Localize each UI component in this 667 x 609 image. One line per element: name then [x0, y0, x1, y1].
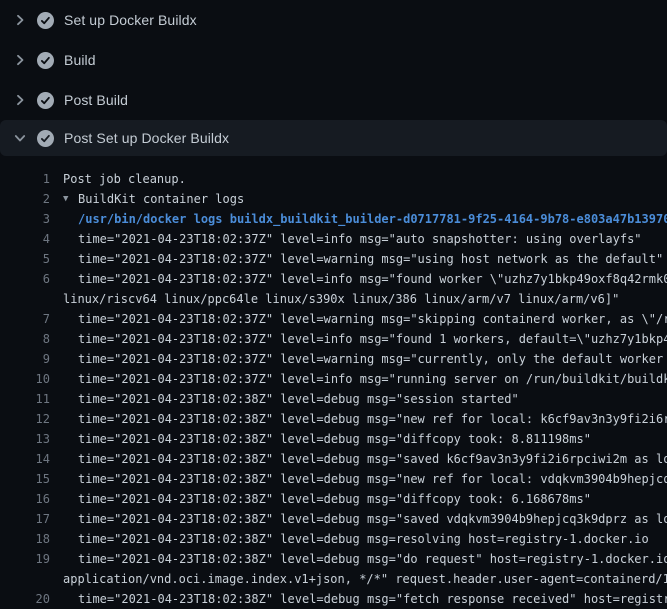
- line-number[interactable]: 11: [0, 389, 50, 409]
- log-text: time="2021-04-23T18:02:38Z" level=debug …: [78, 589, 667, 609]
- log-text: time="2021-04-23T18:02:38Z" level=debug …: [78, 489, 591, 509]
- step-section-build[interactable]: Build: [0, 40, 667, 80]
- log-line: 17 time="2021-04-23T18:02:38Z" level=deb…: [0, 509, 667, 529]
- step-label: Post Set up Docker Buildx: [64, 130, 229, 146]
- chevron-down-icon: [12, 130, 28, 146]
- log-command-text: /usr/bin/docker logs buildx_buildkit_bui…: [78, 209, 667, 229]
- line-number[interactable]: 5: [0, 249, 50, 269]
- log-line: 4 time="2021-04-23T18:02:37Z" level=info…: [0, 229, 667, 249]
- line-number[interactable]: 13: [0, 429, 50, 449]
- line-number[interactable]: 14: [0, 449, 50, 469]
- line-number[interactable]: 19: [0, 549, 50, 569]
- log-line: 20 time="2021-04-23T18:02:38Z" level=deb…: [0, 589, 667, 609]
- log-line: 19 time="2021-04-23T18:02:38Z" level=deb…: [0, 549, 667, 569]
- line-number[interactable]: 20: [0, 589, 50, 609]
- log-line: 1 Post job cleanup.: [0, 169, 667, 189]
- log-line: 10 time="2021-04-23T18:02:37Z" level=inf…: [0, 369, 667, 389]
- log-text: application/vnd.oci.image.index.v1+json,…: [63, 569, 667, 589]
- step-section-post-set-up-docker-buildx[interactable]: Post Set up Docker Buildx: [0, 120, 667, 156]
- line-number[interactable]: 4: [0, 229, 50, 249]
- log-line: 14 time="2021-04-23T18:02:38Z" level=deb…: [0, 449, 667, 469]
- log-text: time="2021-04-23T18:02:37Z" level=warnin…: [78, 249, 663, 269]
- log-line-wrap: application/vnd.oci.image.index.v1+json,…: [0, 569, 667, 589]
- line-number[interactable]: 9: [0, 349, 50, 369]
- check-circle-icon: [37, 12, 54, 29]
- log-text: Post job cleanup.: [63, 169, 186, 189]
- log-text: time="2021-04-23T18:02:37Z" level=warnin…: [78, 349, 667, 369]
- line-number[interactable]: 15: [0, 469, 50, 489]
- log-text: time="2021-04-23T18:02:37Z" level=info m…: [78, 369, 667, 389]
- line-number[interactable]: 17: [0, 509, 50, 529]
- step-label: Set up Docker Buildx: [64, 12, 197, 28]
- log-text: time="2021-04-23T18:02:37Z" level=info m…: [78, 329, 667, 349]
- log-line: 15 time="2021-04-23T18:02:38Z" level=deb…: [0, 469, 667, 489]
- log-line: 16 time="2021-04-23T18:02:38Z" level=deb…: [0, 489, 667, 509]
- line-number[interactable]: 18: [0, 529, 50, 549]
- log-text: time="2021-04-23T18:02:38Z" level=debug …: [78, 429, 591, 449]
- line-number[interactable]: 16: [0, 489, 50, 509]
- log-viewer: 1 Post job cleanup. 2 ▼ BuildKit contain…: [0, 156, 667, 609]
- log-group-header[interactable]: 2 ▼ BuildKit container logs: [0, 189, 667, 209]
- log-line: 11 time="2021-04-23T18:02:38Z" level=deb…: [0, 389, 667, 409]
- log-line: 5 time="2021-04-23T18:02:37Z" level=warn…: [0, 249, 667, 269]
- log-line: 3 /usr/bin/docker logs buildx_buildkit_b…: [0, 209, 667, 229]
- log-line: 12 time="2021-04-23T18:02:38Z" level=deb…: [0, 409, 667, 429]
- log-text: time="2021-04-23T18:02:38Z" level=debug …: [78, 469, 667, 489]
- line-number[interactable]: 1: [0, 169, 50, 189]
- log-text: time="2021-04-23T18:02:37Z" level=info m…: [78, 229, 642, 249]
- log-line: 7 time="2021-04-23T18:02:37Z" level=warn…: [0, 309, 667, 329]
- check-circle-icon: [37, 130, 54, 147]
- line-number[interactable]: 10: [0, 369, 50, 389]
- step-section-set-up-docker-buildx[interactable]: Set up Docker Buildx: [0, 0, 667, 40]
- log-text: time="2021-04-23T18:02:37Z" level=info m…: [78, 269, 667, 289]
- chevron-right-icon: [12, 52, 28, 68]
- steps-list: Set up Docker Buildx Build Post Build Po…: [0, 0, 667, 156]
- log-text: time="2021-04-23T18:02:38Z" level=debug …: [78, 509, 667, 529]
- log-line: 13 time="2021-04-23T18:02:38Z" level=deb…: [0, 429, 667, 449]
- line-number[interactable]: 3: [0, 209, 50, 229]
- line-number[interactable]: 12: [0, 409, 50, 429]
- log-text: time="2021-04-23T18:02:38Z" level=debug …: [78, 409, 667, 429]
- chevron-right-icon: [12, 92, 28, 108]
- step-label: Post Build: [64, 92, 128, 108]
- log-line: 6 time="2021-04-23T18:02:37Z" level=info…: [0, 269, 667, 289]
- log-text: time="2021-04-23T18:02:38Z" level=debug …: [78, 389, 519, 409]
- line-number[interactable]: 2: [0, 189, 50, 209]
- chevron-right-icon: [12, 12, 28, 28]
- log-text: linux/riscv64 linux/ppc64le linux/s390x …: [63, 289, 619, 309]
- step-label: Build: [64, 52, 96, 68]
- line-number[interactable]: 8: [0, 329, 50, 349]
- log-text: time="2021-04-23T18:02:38Z" level=debug …: [78, 549, 667, 569]
- log-line: 18 time="2021-04-23T18:02:38Z" level=deb…: [0, 529, 667, 549]
- step-section-post-build[interactable]: Post Build: [0, 80, 667, 120]
- triangle-down-icon: ▼: [63, 189, 78, 209]
- log-text: time="2021-04-23T18:02:37Z" level=warnin…: [78, 309, 667, 329]
- log-line: 9 time="2021-04-23T18:02:37Z" level=warn…: [0, 349, 667, 369]
- log-line-wrap: linux/riscv64 linux/ppc64le linux/s390x …: [0, 289, 667, 309]
- log-text: time="2021-04-23T18:02:38Z" level=debug …: [78, 449, 667, 469]
- line-number[interactable]: 7: [0, 309, 50, 329]
- check-circle-icon: [37, 92, 54, 109]
- log-text: time="2021-04-23T18:02:38Z" level=debug …: [78, 529, 649, 549]
- log-group-title: BuildKit container logs: [78, 189, 244, 209]
- check-circle-icon: [37, 52, 54, 69]
- log-line: 8 time="2021-04-23T18:02:37Z" level=info…: [0, 329, 667, 349]
- line-number[interactable]: 6: [0, 269, 50, 289]
